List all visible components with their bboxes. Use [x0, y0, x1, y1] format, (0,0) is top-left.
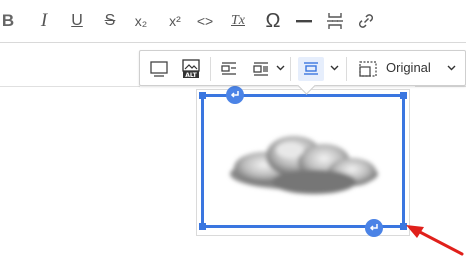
center-image-button[interactable] — [298, 57, 324, 81]
resize-dropdown-arrow[interactable] — [446, 63, 456, 73]
code-button[interactable]: <> — [193, 10, 217, 32]
underline-button[interactable]: U — [66, 10, 88, 32]
insert-paragraph-after-button[interactable] — [365, 219, 383, 237]
toggle-caption-icon — [150, 61, 168, 77]
editor-content-border — [0, 86, 140, 87]
resize-image-button[interactable] — [355, 57, 381, 81]
wrap-text-left-button[interactable] — [216, 57, 242, 81]
horizontal-line-button[interactable] — [293, 10, 315, 32]
insert-paragraph-before-button[interactable] — [226, 86, 244, 104]
toolbar-separator — [290, 57, 291, 81]
editor-content-border-right — [415, 86, 466, 87]
center-image-icon — [304, 62, 318, 75]
special-characters-button[interactable]: Ω — [262, 10, 284, 32]
svg-text:ALT: ALT — [185, 72, 197, 79]
bold-button[interactable]: B — [0, 10, 16, 32]
chevron-down-icon — [276, 65, 284, 71]
alt-text-icon: ALT — [182, 59, 200, 79]
resize-size-label[interactable]: Original — [386, 60, 431, 75]
horizontal-line-icon — [296, 20, 312, 23]
page-break-icon — [327, 13, 343, 29]
remove-format-button[interactable]: Tx — [226, 10, 250, 32]
resize-handle-top-left[interactable] — [199, 92, 206, 99]
superscript-button[interactable]: x² — [162, 10, 188, 32]
italic-button[interactable]: I — [33, 10, 55, 32]
break-text-left-button[interactable] — [248, 57, 274, 81]
toolbar-separator — [210, 57, 211, 81]
return-arrow-icon — [230, 91, 239, 98]
strikethrough-button[interactable]: S — [99, 10, 121, 32]
image-style-dropdown-arrow[interactable] — [275, 63, 285, 73]
page-break-button[interactable] — [324, 10, 346, 32]
link-button[interactable] — [355, 10, 377, 32]
editor-toolbar: B I U S x₂ x² <> Tx Ω — [0, 0, 466, 43]
subscript-button[interactable]: x₂ — [128, 10, 154, 32]
resize-handle-bottom-left[interactable] — [199, 223, 206, 230]
pointer-arrow-icon — [406, 225, 464, 256]
alt-text-button[interactable]: ALT — [178, 57, 204, 81]
return-arrow-icon — [369, 224, 378, 231]
wrap-text-left-icon — [221, 62, 236, 75]
chevron-down-icon — [330, 65, 338, 71]
break-text-left-icon — [253, 62, 268, 76]
image-align-dropdown-arrow[interactable] — [329, 63, 339, 73]
resize-image-icon — [359, 61, 377, 77]
resize-handle-top-right[interactable] — [400, 92, 407, 99]
toggle-caption-button[interactable] — [146, 57, 172, 81]
cloud-image — [230, 136, 378, 194]
chevron-down-icon — [447, 65, 455, 71]
toolbar-separator — [346, 57, 347, 81]
link-icon — [358, 14, 374, 28]
